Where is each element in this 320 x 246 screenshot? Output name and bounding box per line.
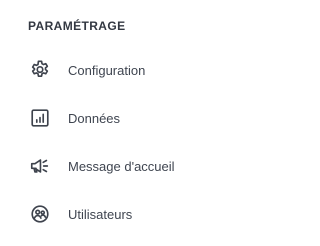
gear-icon — [28, 58, 52, 82]
menu-item-configuration[interactable]: Configuration — [0, 46, 275, 94]
menu-item-message-accueil[interactable]: Message d'accueil — [0, 142, 275, 190]
section-title: PARAMÉTRAGE — [28, 19, 126, 33]
menu-item-label: Configuration — [68, 62, 146, 78]
settings-panel: PARAMÉTRAGE Configuration Données Messag… — [0, 0, 275, 246]
menu-item-utilisateurs[interactable]: Utilisateurs — [0, 190, 275, 238]
chart-icon — [28, 106, 52, 130]
menu-item-label: Données — [68, 110, 121, 126]
menu-item-donnees[interactable]: Données — [0, 94, 275, 142]
menu-item-label: Utilisateurs — [68, 206, 133, 222]
menu-item-label: Message d'accueil — [68, 158, 175, 174]
settings-menu: Configuration Données Message d'accueil … — [0, 46, 275, 238]
users-icon — [28, 202, 52, 226]
megaphone-icon — [28, 154, 52, 178]
